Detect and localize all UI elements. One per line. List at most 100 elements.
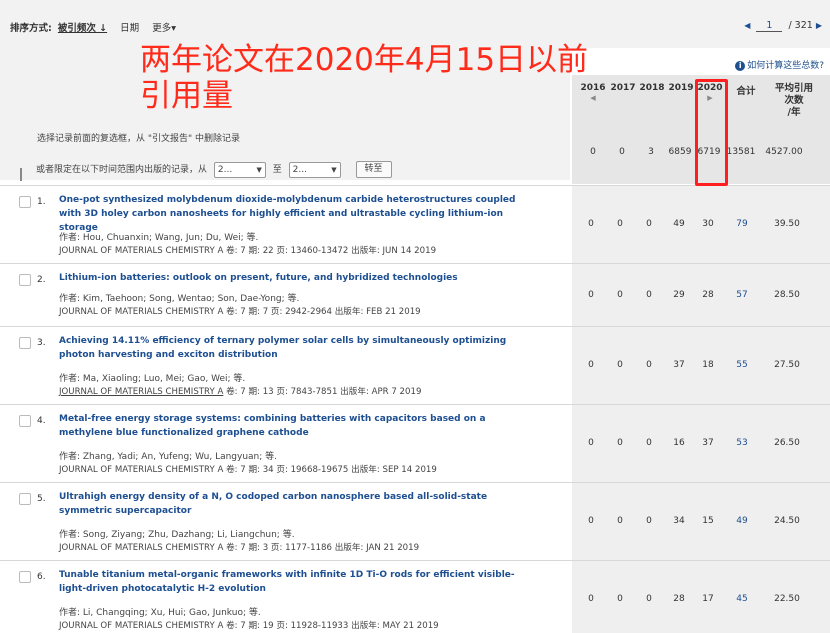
record-authors: 作者: Ma, Xiaoling; Luo, Mei; Gao, Wei; 等. (59, 374, 246, 384)
citation-c2018: 0 (646, 516, 652, 526)
next-page-icon[interactable]: ▶ (816, 21, 822, 30)
citation-c2020: 28 (702, 289, 714, 300)
record-number: 6. (37, 572, 46, 582)
left-arrow-icon[interactable]: ◀ (578, 93, 608, 103)
record-title-link[interactable]: Metal-free energy storage systems: combi… (59, 412, 529, 440)
citation-avg: 28.50 (774, 289, 800, 300)
divider (20, 168, 22, 181)
record-checkbox[interactable] (19, 274, 31, 286)
page-number-input[interactable]: 1 (756, 20, 783, 32)
citation-c2016: 0 (588, 360, 594, 370)
go-button[interactable]: 转至 (355, 161, 392, 178)
total-all: 13581 (726, 147, 756, 157)
record-number: 5. (37, 494, 46, 504)
citation-total[interactable]: 45 (727, 594, 757, 604)
year-header-2017: 2017 (608, 83, 638, 93)
citation-avg: 27.50 (774, 360, 800, 370)
avg-header: 平均引用 次数/年 (764, 83, 824, 119)
citation-cells: 0 0 0 28 17 45 22.50 (572, 561, 830, 633)
record-row: 1. One-pot synthesized molybdenum dioxide… (0, 185, 830, 263)
date-range-filter: 或者限定在以下时间范围内出版的记录，从 2... ▼ 至 2... ▼ 转至 (20, 161, 392, 181)
to-year-select[interactable]: 2... ▼ (288, 161, 341, 178)
citation-c2017: 0 (617, 438, 623, 448)
citation-c2017: 0 (617, 219, 623, 229)
citation-c2020: 18 (702, 360, 714, 370)
citation-c2017: 0 (617, 516, 623, 526)
citation-c2017: 0 (617, 594, 623, 604)
record-row: 2. Lithium-ion batteries: outlook on pres… (0, 263, 830, 326)
record-checkbox[interactable] (19, 196, 31, 208)
help-link-text: 如何计算这些总数? (747, 61, 824, 71)
citation-c2016: 0 (588, 219, 594, 229)
citation-c2018: 0 (646, 594, 652, 604)
citation-c2017: 0 (617, 289, 623, 300)
record-title-link[interactable]: Ultrahigh energy density of a N, O codop… (59, 490, 529, 518)
sort-by-date[interactable]: 日期 (120, 23, 139, 34)
record-title-link[interactable]: Tunable titanium metal-organic framework… (59, 568, 529, 596)
citation-c2020: 37 (702, 438, 714, 448)
citation-total[interactable]: 49 (727, 516, 757, 526)
help-link[interactable]: i 如何计算这些总数? (735, 58, 824, 71)
journal-name: JOURNAL OF MATERIALS CHEMISTRY A (59, 621, 224, 631)
citation-c2020: 30 (702, 219, 714, 229)
citation-cells: 0 0 0 37 18 55 27.50 (572, 327, 830, 404)
citation-c2019: 28 (673, 594, 685, 604)
record-authors: 作者: Hou, Chuanxin; Wang, Jun; Du, Wei; 等… (59, 233, 259, 243)
record-row: 6. Tunable titanium metal-organic framewo… (0, 560, 830, 633)
record-details: 卷: 7 期: 19 页: 11928-11933 出版年: MAY 21 20… (226, 621, 439, 631)
citation-c2016: 0 (588, 438, 594, 448)
record-checkbox[interactable] (19, 493, 31, 505)
record-title-link[interactable]: Lithium-ion batteries: outlook on presen… (59, 271, 529, 285)
record-row: 4. Metal-free energy storage systems: com… (0, 404, 830, 482)
citation-avg: 39.50 (774, 219, 800, 229)
record-source: JOURNAL OF MATERIALS CHEMISTRY A 卷: 7 期:… (59, 305, 421, 317)
citation-c2018: 0 (646, 360, 652, 370)
from-year-select[interactable]: 2... ▼ (213, 161, 266, 178)
record-number: 1. (37, 197, 46, 207)
from-year-value: 2... (217, 164, 233, 175)
citation-total[interactable]: 53 (727, 438, 757, 448)
avg-header-line1: 平均引用 (774, 83, 813, 94)
dropdown-arrow-icon: ▼ (256, 165, 262, 174)
journal-name: JOURNAL OF MATERIALS CHEMISTRY A (59, 307, 224, 317)
record-number: 3. (37, 338, 46, 348)
citation-total[interactable]: 57 (727, 290, 757, 300)
year-label: 2017 (610, 83, 636, 93)
record-source: JOURNAL OF MATERIALS CHEMISTRY A 卷: 7 期:… (59, 244, 436, 256)
citation-c2016: 0 (588, 289, 594, 300)
citation-cells: 0 0 0 16 37 53 26.50 (572, 405, 830, 482)
record-checkbox[interactable] (19, 571, 31, 583)
citation-cells: 0 0 0 49 30 79 39.50 (572, 186, 830, 263)
record-details: 卷: 7 期: 7 页: 2942-2964 出版年: FEB 21 2019 (226, 307, 421, 317)
prev-page-icon[interactable]: ◀ (744, 21, 750, 30)
record-title-link[interactable]: Achieving 14.11% efficiency of ternary p… (59, 334, 529, 362)
remove-records-hint: 选择记录前面的复选框，从 "引文报告" 中删除记录 (37, 134, 241, 144)
sort-more-dropdown[interactable]: 更多▾ (152, 23, 176, 34)
record-checkbox[interactable] (19, 415, 31, 427)
to-label: 至 (272, 165, 282, 175)
journal-name[interactable]: JOURNAL OF MATERIALS CHEMISTRY A (59, 387, 223, 397)
sort-by-citations[interactable]: 被引频次 ↓ (58, 23, 107, 34)
total-header: 合计 (736, 86, 756, 97)
journal-name: JOURNAL OF MATERIALS CHEMISTRY A (59, 543, 224, 553)
record-details: 卷: 7 期: 13 页: 7843-7851 出版年: APR 7 2019 (226, 387, 422, 397)
toolbar: 排序方式: 被引频次 ↓ 日期 更多▾ ◀ 1 / 321 ▶ (0, 0, 830, 48)
citation-c2016: 0 (588, 594, 594, 604)
highlight-box (695, 79, 728, 186)
year-header-2016[interactable]: 2016 ◀ (578, 83, 608, 103)
citation-c2019: 29 (673, 289, 685, 300)
citation-cells: 0 0 0 29 28 57 28.50 (572, 264, 830, 326)
journal-name: JOURNAL OF MATERIALS CHEMISTRY A (59, 465, 224, 475)
avg-header-line3: /年 (787, 107, 801, 118)
record-checkbox[interactable] (19, 337, 31, 349)
year-label: 2018 (639, 83, 665, 93)
record-title-link[interactable]: One-pot synthesized molybdenum dioxide-m… (59, 193, 529, 235)
citation-avg: 22.50 (774, 594, 800, 604)
citation-c2019: 34 (673, 516, 685, 526)
citation-total[interactable]: 55 (727, 360, 757, 370)
record-authors: 作者: Li, Changqing; Xu, Hui; Gao, Junkuo;… (59, 608, 261, 618)
year-header-2019: 2019 (666, 83, 696, 93)
citation-total[interactable]: 79 (727, 219, 757, 229)
record-authors: 作者: Zhang, Yadi; An, Yufeng; Wu, Langyua… (59, 452, 278, 462)
record-details: 卷: 7 期: 3 页: 1177-1186 出版年: JAN 21 2019 (226, 543, 420, 553)
